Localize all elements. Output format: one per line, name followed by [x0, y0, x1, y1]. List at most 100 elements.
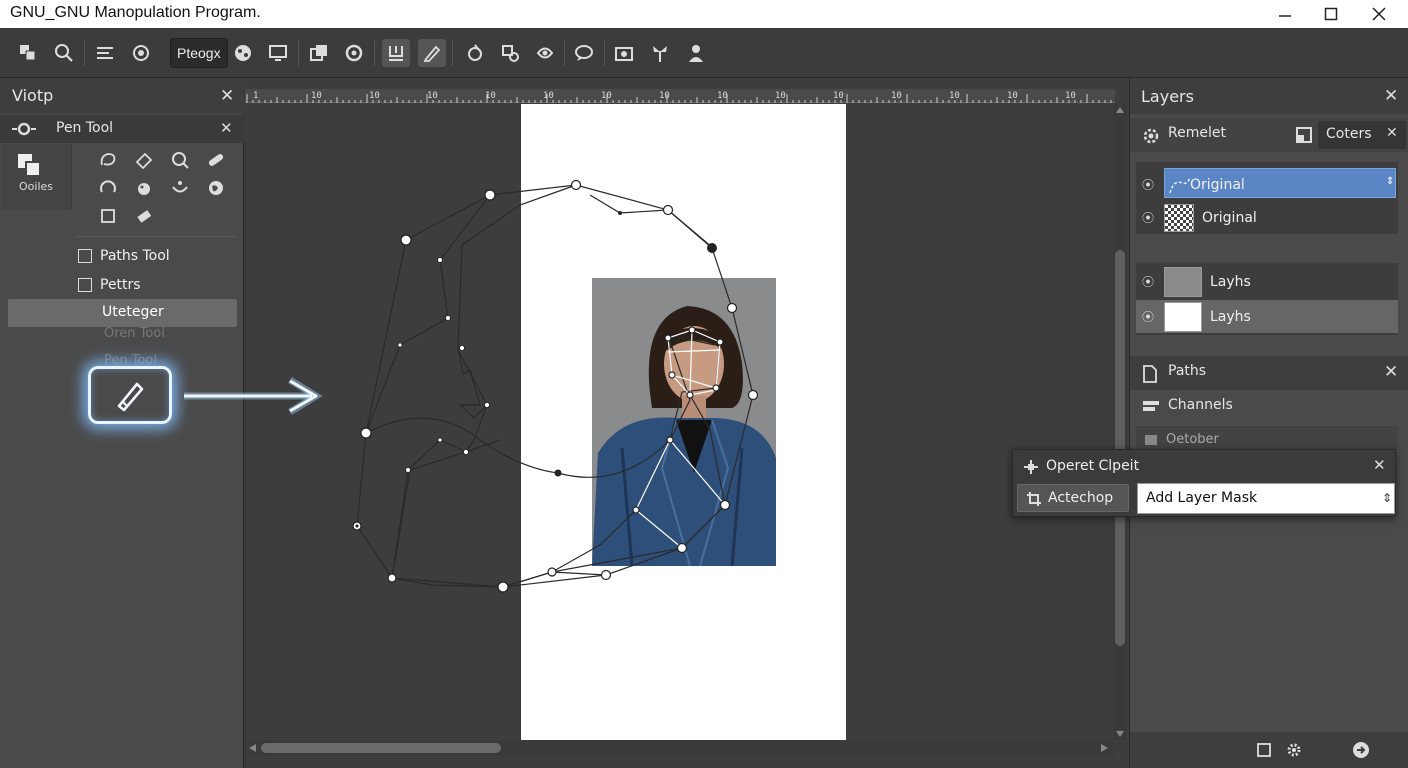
close-coters-icon[interactable]: ✕ [1386, 125, 1398, 141]
layer-thumbnail [1164, 301, 1202, 332]
selected-option[interactable]: Uteteger [8, 299, 237, 327]
layers-bottom-bar [1130, 732, 1408, 768]
action-button[interactable]: Actechop [1017, 484, 1129, 512]
crop-tool[interactable] [95, 203, 121, 229]
layer-row[interactable]: ⦿ Layhs [1136, 265, 1398, 298]
zoom-tool[interactable] [167, 147, 193, 173]
search-tool-button[interactable] [50, 39, 78, 67]
horizontal-scrollbar[interactable] [245, 740, 1113, 756]
layers-list-top: ⦿ Original ⇕ ⦿ Original [1136, 162, 1398, 234]
minimize-button[interactable] [1262, 0, 1308, 28]
camera-tool-button[interactable] [610, 39, 638, 67]
maximize-button[interactable] [1308, 0, 1354, 28]
clone-tool-button[interactable] [496, 39, 524, 67]
ruler-label: 10 [1065, 91, 1076, 101]
highlighted-pen-tool[interactable] [88, 366, 172, 424]
ruler-label: 10 [659, 91, 670, 101]
scroll-down-icon[interactable] [1115, 730, 1125, 738]
crop-icon [1027, 492, 1041, 506]
ruler-label: 10 [601, 91, 612, 101]
coters-tab[interactable]: Coters ✕ [1318, 121, 1406, 149]
comment-tool-button[interactable] [570, 39, 598, 67]
plant-tool-button[interactable] [646, 39, 674, 67]
eraser-alt-tool[interactable] [131, 203, 157, 229]
close-tool-options-icon[interactable]: ✕ [220, 119, 233, 137]
selected-option-label: Uteteger [102, 304, 164, 320]
pen-tool-button[interactable] [418, 39, 446, 67]
pen-icon [423, 45, 441, 62]
move-icon [1024, 460, 1038, 474]
tool-swatch-box[interactable]: Ooiles [2, 144, 72, 210]
scroll-right-icon[interactable] [1099, 743, 1109, 753]
close-panel-icon[interactable]: ✕ [220, 86, 234, 106]
layer-mask-select[interactable]: Add Layer Mask ⇕ [1137, 483, 1395, 514]
bucket-tool-button[interactable] [382, 39, 410, 67]
monitor-tool-button[interactable] [264, 39, 292, 67]
plant-icon [653, 46, 667, 62]
pettrs-item[interactable]: Pettrs [78, 273, 141, 297]
dodge-tool-button[interactable] [461, 39, 489, 67]
panel-header: Viotp ✕ [0, 78, 244, 114]
layout-icon[interactable] [1296, 127, 1312, 143]
vertical-scrollbar[interactable] [1113, 104, 1127, 740]
eraser-tool[interactable] [131, 147, 157, 173]
ruler-label: 10 [833, 91, 844, 101]
new-layer-icon[interactable] [1256, 742, 1272, 758]
scroll-up-icon[interactable] [1115, 106, 1125, 114]
channels-row[interactable]: Channels [1130, 390, 1408, 424]
close-window-button[interactable] [1356, 0, 1402, 28]
layer-row[interactable]: ⦿ Original [1136, 201, 1398, 234]
canvas-area[interactable]: 1 10 10 10 10 10 10 10 10 10 10 10 10 10 10 [245, 78, 1129, 768]
close-layers-icon[interactable]: ✕ [1384, 86, 1398, 106]
rotate-view-tool[interactable] [95, 175, 121, 201]
eye-icon[interactable]: ⦿ [1136, 273, 1160, 290]
target-tool-button[interactable] [127, 39, 155, 67]
export-icon[interactable] [1352, 741, 1370, 759]
eye-icon[interactable]: ⦿ [1136, 176, 1160, 193]
user-icon [689, 45, 703, 62]
layer-mask-select-value: Add Layer Mask [1146, 490, 1258, 506]
eye-icon[interactable]: ⦿ [1136, 209, 1160, 226]
gear-icon[interactable] [1142, 127, 1160, 145]
menu-lines-button[interactable] [91, 39, 119, 67]
channels-label: Channels [1168, 397, 1233, 413]
vertical-scroll-thumb[interactable] [1115, 250, 1125, 646]
heal-icon [536, 47, 554, 59]
swatch-label: Ooiles [19, 180, 53, 193]
horizontal-scroll-thumb[interactable] [261, 743, 501, 753]
eye-icon[interactable]: ⦿ [1136, 308, 1160, 325]
palette-tool-button[interactable] [229, 39, 257, 67]
smudge-tool[interactable] [131, 175, 157, 201]
layers-tool-button[interactable] [14, 39, 42, 67]
user-tool-button[interactable] [682, 39, 710, 67]
ghost-icon [1145, 435, 1157, 445]
zoom-icon [172, 152, 189, 169]
scroll-left-icon[interactable] [248, 743, 258, 753]
globe-tool[interactable] [203, 175, 229, 201]
close-icon [1372, 7, 1386, 21]
blur-tool[interactable] [167, 175, 193, 201]
tool-name: Pen Tool [56, 120, 114, 136]
toolbar-separator [564, 40, 565, 66]
bandage-tool[interactable] [203, 147, 229, 173]
smudge-icon [138, 183, 150, 195]
ruler-label: 10 [949, 91, 960, 101]
coters-tab-label: Coters [1326, 126, 1372, 142]
minimize-icon [1279, 15, 1291, 17]
layer-menu-icon[interactable]: ⇕ [1386, 176, 1394, 187]
layer-row[interactable]: ⦿ Original ⇕ [1136, 168, 1398, 201]
portrait-image[interactable] [592, 278, 776, 566]
rotate-tool-button[interactable] [340, 39, 368, 67]
close-popup-icon[interactable]: ✕ [1373, 456, 1386, 474]
settings-icon[interactable] [1286, 742, 1302, 758]
heal-tool-button[interactable] [531, 39, 559, 67]
lasso-tool[interactable] [95, 147, 121, 173]
popup-title: Operet Clpeit [1046, 458, 1140, 474]
layer-row-selected[interactable]: ⦿ Layhs [1136, 300, 1398, 333]
close-paths-icon[interactable]: ✕ [1384, 362, 1398, 382]
paths-tool-item[interactable]: Paths Tool [78, 244, 170, 268]
layer-name: Original [1190, 176, 1245, 193]
duplicate-tool-button[interactable] [305, 39, 333, 67]
preview-button[interactable]: Pteogx [170, 38, 228, 68]
layer-name: Layhs [1210, 308, 1251, 325]
